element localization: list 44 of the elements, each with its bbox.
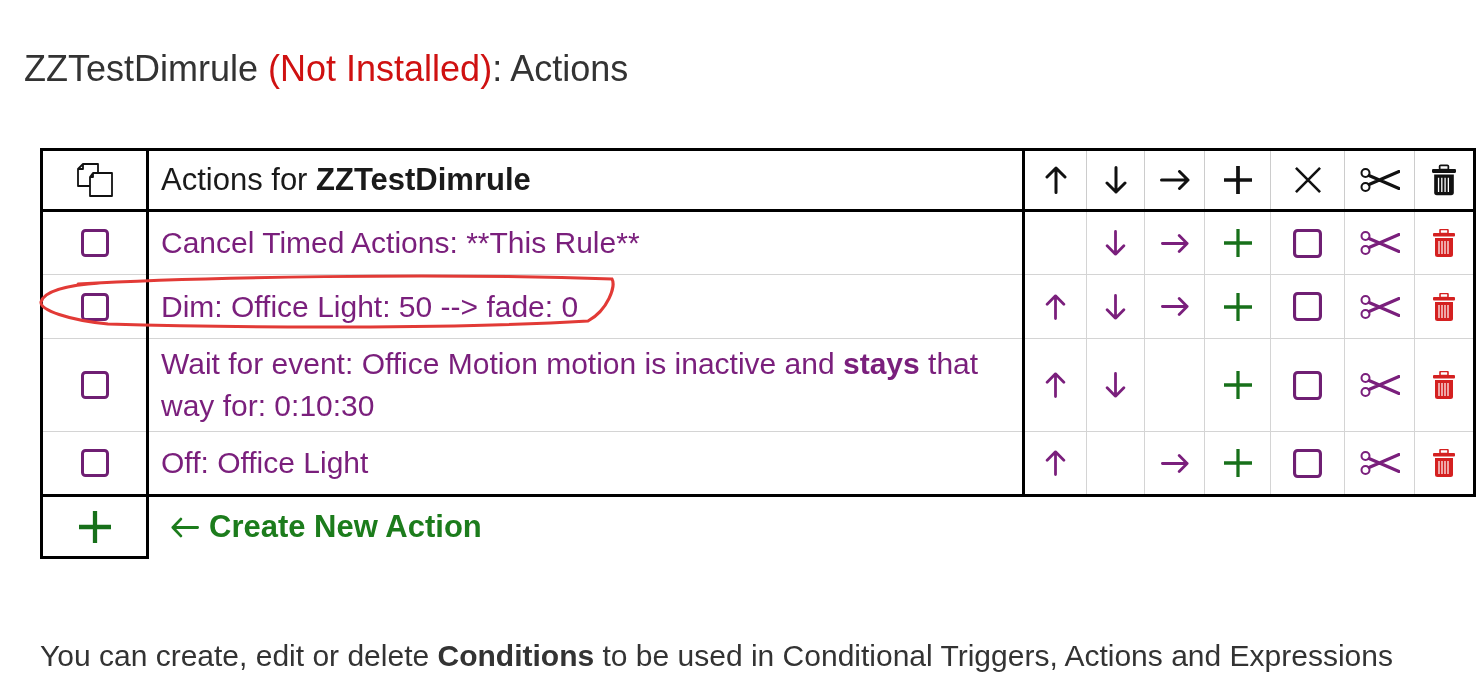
table-heading: Actions for ZZTestDimrule [161,162,531,197]
checkbox[interactable] [80,371,109,399]
scissors-icon[interactable] [1359,231,1400,255]
page-title: ZZTestDimrule (Not Installed): Actions [24,48,629,90]
checkbox[interactable] [1293,448,1322,478]
arrow-right-icon [1159,170,1190,190]
checkbox[interactable] [1293,370,1322,400]
trash-icon[interactable] [1433,371,1455,399]
arrow-right-icon[interactable] [1160,453,1189,473]
arrow-down-icon[interactable] [1105,230,1126,256]
scissors-icon [1359,168,1400,192]
checkbox[interactable] [1293,292,1322,321]
arrow-right-icon[interactable] [1160,233,1189,253]
plus-icon[interactable] [77,510,112,543]
plus-icon[interactable] [1223,449,1252,477]
arrow-down-icon[interactable] [1105,372,1126,398]
checkbox[interactable] [80,449,109,477]
arrow-up-icon[interactable] [1045,372,1066,398]
arrow-up-icon [1044,166,1067,194]
trash-icon[interactable] [1433,449,1455,477]
arrow-up-icon[interactable] [1045,293,1066,320]
action-link[interactable]: Off: Office Light [161,442,369,484]
trash-icon [1432,164,1456,196]
plus-icon [1223,166,1252,194]
copy-icon[interactable] [76,163,113,197]
arrow-right-icon[interactable] [1160,297,1189,316]
help-text: You can create, edit or delete Conditions to be used in Conditional Triggers, Actions and Expressions [40,638,1393,674]
arrow-left-icon [171,516,199,538]
checkbox[interactable] [1293,228,1322,258]
plus-icon[interactable] [1223,292,1252,321]
scissors-icon[interactable] [1359,451,1400,475]
create-action-link[interactable]: Create New Action [171,507,482,548]
arrow-down-icon[interactable] [1105,293,1126,320]
trash-icon[interactable] [1433,229,1455,257]
trash-icon[interactable] [1433,292,1455,321]
plus-icon[interactable] [1223,371,1252,399]
x-icon [1294,167,1321,193]
scissors-icon[interactable] [1359,294,1400,319]
plus-icon[interactable] [1223,229,1252,257]
scissors-icon[interactable] [1359,373,1400,397]
checkbox[interactable] [80,229,109,257]
arrow-up-icon[interactable] [1045,450,1066,476]
checkbox[interactable] [80,292,109,321]
arrow-down-icon [1104,166,1127,194]
